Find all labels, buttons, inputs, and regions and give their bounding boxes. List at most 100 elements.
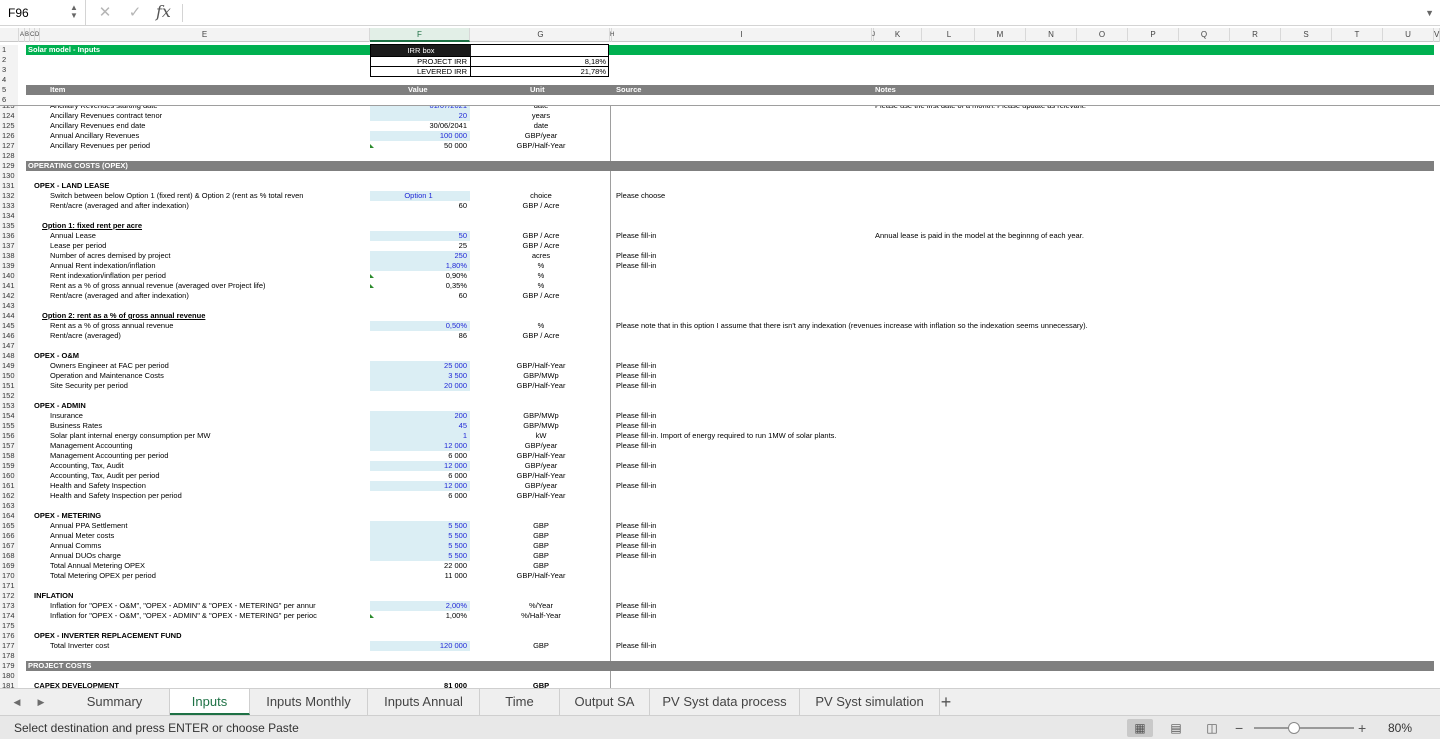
row-number[interactable]: 141 [0, 281, 18, 291]
value-cell[interactable]: 2,00% [370, 601, 470, 611]
value-cell[interactable]: 20 [370, 111, 470, 121]
item-cell[interactable]: Annual Lease [50, 231, 368, 241]
item-cell[interactable]: Total Inverter cost [50, 641, 368, 651]
sheet-row[interactable]: 138 Number of acres demised by project 250… [0, 251, 1440, 261]
item-cell[interactable]: Rent/acre (averaged) [50, 331, 368, 341]
page-break-view-icon[interactable]: ◫ [1199, 719, 1225, 737]
value-cell[interactable]: 81 000 [370, 681, 470, 688]
row-number[interactable]: 181 [0, 681, 18, 688]
unit-cell[interactable]: GBP/MWp [472, 371, 610, 381]
source-cell[interactable]: Please fill-in [616, 551, 1440, 561]
value-cell[interactable]: 6 000 [370, 471, 470, 481]
sheet-row[interactable]: 180 [0, 671, 1440, 681]
row-number[interactable]: 171 [0, 581, 18, 591]
sheet-row[interactable]: 125 Ancillary Revenues end date 30/06/2041… [0, 121, 1440, 131]
unit-cell[interactable]: GBP [472, 531, 610, 541]
row-number[interactable]: 155 [0, 421, 18, 431]
value-cell[interactable]: 1 [370, 431, 470, 441]
column-header-k[interactable]: K [874, 28, 922, 42]
row-number[interactable]: 177 [0, 641, 18, 651]
sheet-row[interactable]: 129 OPERATING COSTS (OPEX) [0, 161, 1440, 171]
source-cell[interactable]: Please fill-in [616, 361, 1440, 371]
sheet-row[interactable]: 136 Annual Lease 50 GBP / Acre Please fill-i… [0, 231, 1440, 241]
sheet-tab-output-sa[interactable]: Output SA [560, 689, 650, 715]
unit-cell[interactable]: GBP/MWp [472, 421, 610, 431]
row-number[interactable]: 165 [0, 521, 18, 531]
value-cell[interactable]: 22 000 [370, 561, 470, 571]
row-number[interactable]: 139 [0, 261, 18, 271]
value-cell[interactable]: 1,80% [370, 261, 470, 271]
source-cell[interactable]: Please fill-in. Import of energy require… [616, 431, 1440, 441]
sheet-row[interactable]: 171 [0, 581, 1440, 591]
item-cell[interactable]: Annual DUOs charge [50, 551, 368, 561]
column-header-f[interactable]: F [370, 28, 470, 42]
value-cell[interactable]: 5 500 [370, 531, 470, 541]
sheet-row[interactable]: 166 Annual Meter costs 5 500 GBP Please fill… [0, 531, 1440, 541]
sheet-row[interactable]: 175 [0, 621, 1440, 631]
normal-view-icon[interactable]: ▦ [1127, 719, 1153, 737]
sheet-row[interactable]: 172 INFLATION [0, 591, 1440, 601]
value-cell[interactable]: 25 000 [370, 361, 470, 371]
row-number[interactable]: 2 [0, 55, 18, 65]
row-number[interactable]: 178 [0, 651, 18, 661]
source-cell[interactable]: Please fill-in [616, 541, 1440, 551]
sheet-tab-pv-syst-data-process[interactable]: PV Syst data process [650, 689, 800, 715]
item-cell[interactable]: Operation and Maintenance Costs [50, 371, 368, 381]
column-header-n[interactable]: N [1026, 28, 1077, 42]
item-cell[interactable]: Solar plant internal energy consumption … [50, 431, 368, 441]
row-number[interactable]: 154 [0, 411, 18, 421]
unit-cell[interactable]: GBP/Half-Year [472, 361, 610, 371]
unit-cell[interactable]: GBP [472, 541, 610, 551]
value-cell[interactable]: 30/06/2041 [370, 121, 470, 131]
item-cell[interactable]: Accounting, Tax, Audit [50, 461, 368, 471]
row-number[interactable]: 142 [0, 291, 18, 301]
sheet-row[interactable]: 176 OPEX - INVERTER REPLACEMENT FUND [0, 631, 1440, 641]
unit-cell[interactable]: kW [472, 431, 610, 441]
row-number[interactable]: 3 [0, 65, 18, 75]
sheet-row[interactable]: 127 Ancillary Revenues per period 50 000 GB… [0, 141, 1440, 151]
group-title[interactable]: OPEX - INVERTER REPLACEMENT FUND [34, 631, 364, 641]
item-cell[interactable]: Switch between below Option 1 (fixed ren… [50, 191, 368, 201]
row-number[interactable]: 163 [0, 501, 18, 511]
sheet-tab-inputs-annual[interactable]: Inputs Annual [368, 689, 480, 715]
item-cell[interactable]: Health and Safety Inspection [50, 481, 368, 491]
item-cell[interactable]: Accounting, Tax, Audit per period [50, 471, 368, 481]
sheet-tab-summary[interactable]: Summary [60, 689, 170, 715]
sheet-row[interactable]: 169 Total Annual Metering OPEX 22 000 GBP [0, 561, 1440, 571]
unit-cell[interactable]: GBP/Half-Year [472, 571, 610, 581]
row-number[interactable]: 149 [0, 361, 18, 371]
source-cell[interactable]: Please fill-in [616, 381, 1440, 391]
sheet-row[interactable]: 143 [0, 301, 1440, 311]
source-cell[interactable]: Please fill-in [616, 601, 1440, 611]
unit-cell[interactable]: GBP / Acre [472, 331, 610, 341]
expand-formula-bar-icon[interactable]: ▼ [1425, 0, 1434, 26]
unit-cell[interactable]: % [472, 321, 610, 331]
column-header-e[interactable]: E [40, 28, 370, 42]
item-cell[interactable]: Annual Rent indexation/inflation [50, 261, 368, 271]
source-cell[interactable]: Please fill-in [616, 371, 1440, 381]
row-number[interactable]: 179 [0, 661, 18, 671]
row-number[interactable]: 175 [0, 621, 18, 631]
unit-cell[interactable]: GBP [472, 641, 610, 651]
item-cell[interactable]: Total Annual Metering OPEX [50, 561, 368, 571]
unit-cell[interactable]: choice [472, 191, 610, 201]
group-title[interactable]: OPEX - METERING [34, 511, 364, 521]
value-cell[interactable]: 20 000 [370, 381, 470, 391]
value-cell[interactable]: 60 [370, 291, 470, 301]
row-number[interactable]: 135 [0, 221, 18, 231]
unit-cell[interactable]: %/Half-Year [472, 611, 610, 621]
value-cell[interactable]: 0,90% [370, 271, 470, 281]
value-cell[interactable]: 45 [370, 421, 470, 431]
row-number[interactable]: 151 [0, 381, 18, 391]
row-number[interactable]: 130 [0, 171, 18, 181]
row-number[interactable]: 152 [0, 391, 18, 401]
sheet-row[interactable]: 128 [0, 151, 1440, 161]
item-cell[interactable]: Rent/acre (averaged and after indexation… [50, 291, 368, 301]
row-number[interactable]: 124 [0, 111, 18, 121]
group-title[interactable]: OPEX - LAND LEASE [34, 181, 364, 191]
column-header-t[interactable]: T [1332, 28, 1383, 42]
row-number[interactable]: 150 [0, 371, 18, 381]
value-cell[interactable]: 6 000 [370, 491, 470, 501]
column-header-p[interactable]: P [1128, 28, 1179, 42]
unit-cell[interactable]: GBP [472, 681, 610, 688]
